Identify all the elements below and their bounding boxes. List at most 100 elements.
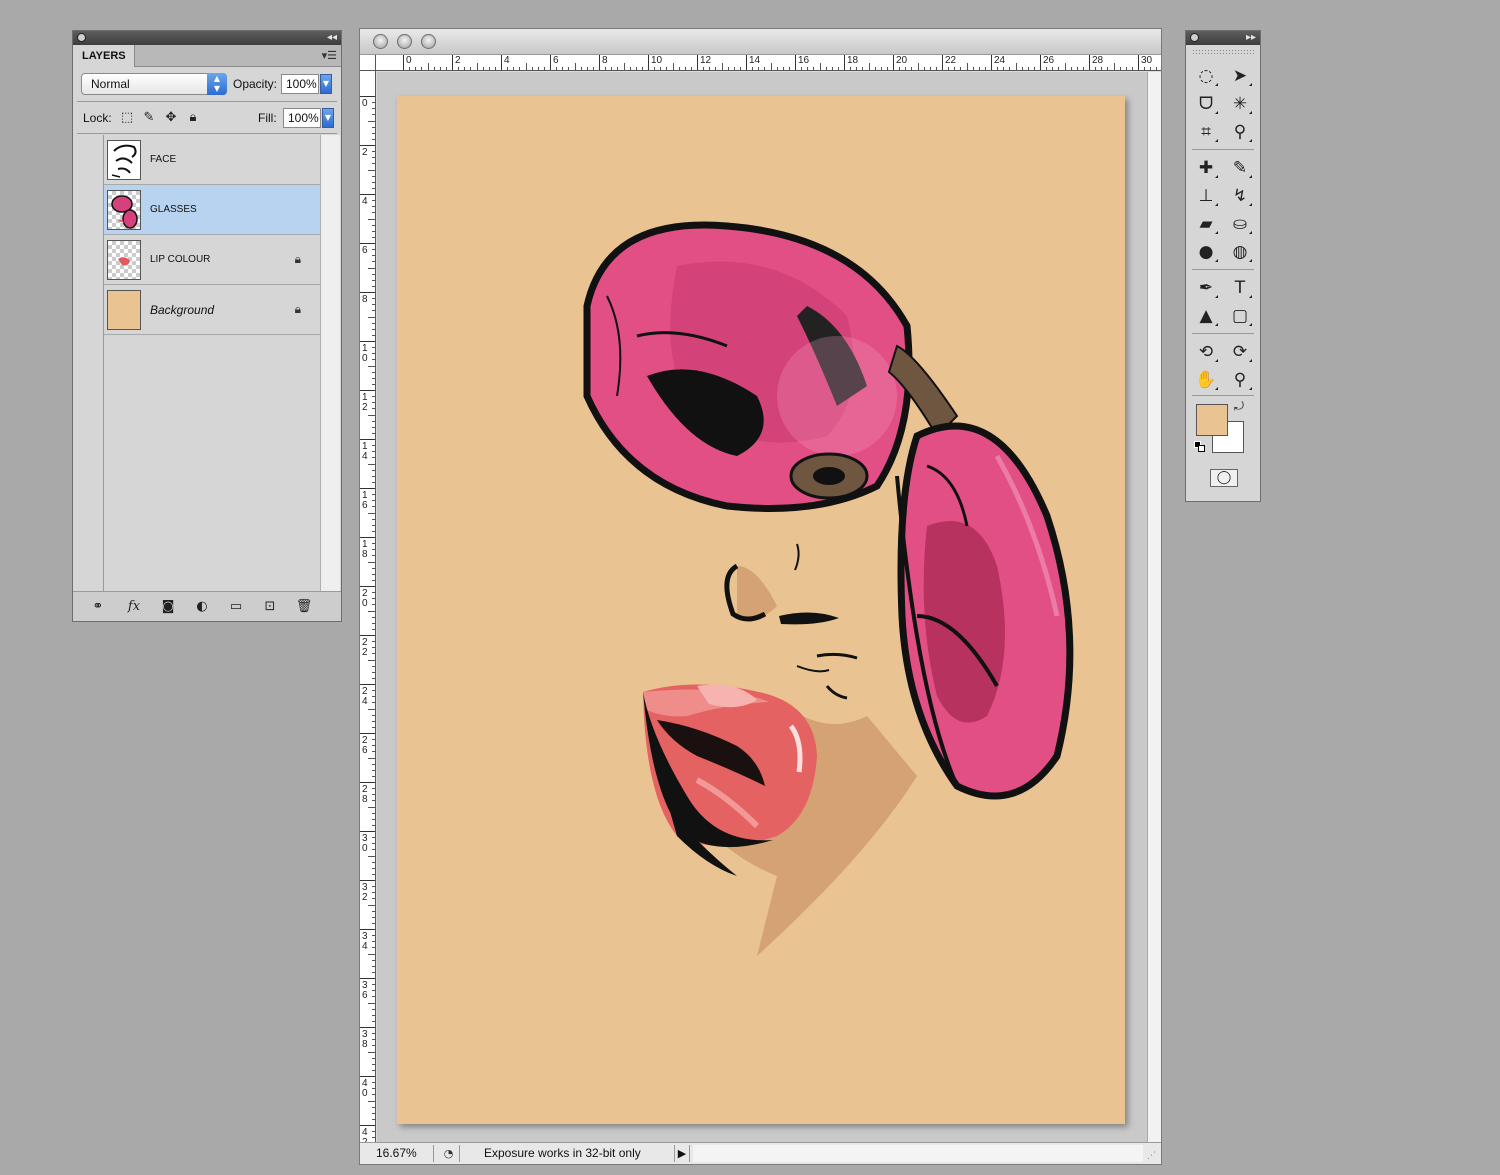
magic-wand-tool[interactable]: ✳ [1226,91,1254,117]
status-info-icon[interactable]: ◔ [438,1145,460,1162]
link-icon[interactable]: ⚭ [87,598,109,616]
horizontal-ruler[interactable]: 0 2 4 6 8 10 12 14 16 18 20 22 24 26 28 30 [376,55,1161,71]
opacity-dropdown-icon[interactable]: ▼ [320,74,332,94]
hand-tool[interactable]: ✋ [1192,367,1220,393]
lasso-tool[interactable]: ᗜ [1192,91,1220,117]
illustration [583,221,1074,956]
expand-icon[interactable]: ▸▸ [1246,31,1256,45]
layer-row-lip-colour[interactable]: LIP COLOUR 🔒︎ [104,235,321,285]
layer-row-face[interactable]: FACE [104,135,321,185]
tools-panel-titlebar[interactable]: ▸▸ [1186,31,1260,45]
ruler-minor-tick [556,67,558,70]
ruler-tick [452,55,453,70]
fx-icon[interactable]: fx [123,598,145,616]
ruler-minor-tick [372,690,375,692]
layer-row-background[interactable]: Background 🔒︎ [104,285,321,335]
ruler-minor-tick [372,524,375,526]
pen-tool[interactable]: ✒ [1192,275,1220,301]
marquee-tool[interactable]: ◌ [1192,63,1220,89]
ruler-minor-tick [1052,67,1054,70]
3d-rotate-tool[interactable]: ⟲ [1192,339,1220,365]
resize-grip-icon[interactable]: ⋰ [1147,1150,1159,1162]
ruler-origin[interactable] [360,55,376,71]
ruler-minor-tick [372,922,375,924]
layers-panel-titlebar[interactable]: ◂◂ [73,31,341,45]
status-menu-arrow-icon[interactable]: ▶ [674,1145,690,1162]
layer-row-glasses[interactable]: GLASSES [104,185,321,235]
panel-menu-icon[interactable]: ▾☰ [322,49,337,62]
ruler-minor-tick [476,63,478,70]
default-colors-icon[interactable] [1194,441,1206,453]
adjustment-icon[interactable]: ◐ [191,598,213,616]
document-titlebar[interactable] [360,29,1161,55]
paint-bucket-tool[interactable]: ⛀ [1226,211,1254,237]
minimize-window-button[interactable] [397,34,412,49]
move-tool[interactable]: ➤ [1226,63,1254,89]
3d-orbit-tool[interactable]: ⟳ [1226,339,1254,365]
ruler-minor-tick [372,843,375,845]
ruler-minor-tick [586,67,588,70]
eraser-tool[interactable]: ▰ [1192,211,1220,237]
vertical-scrollbar[interactable] [1147,72,1161,1142]
ruler-minor-tick [372,1082,375,1084]
lock-transparency-icon[interactable]: ⬚ [119,110,135,126]
opacity-field[interactable]: 100% [281,74,319,94]
ruler-label: 10 [651,55,663,66]
blur-tool[interactable]: ● [1192,239,1220,265]
ruler-label: 24 [994,55,1006,66]
zoom-window-button[interactable] [421,34,436,49]
ruler-label: 24 [362,686,368,707]
artboard[interactable] [397,96,1125,1124]
sponge-tool[interactable]: ◍ [1226,239,1254,265]
path-selection-tool[interactable]: ▲ [1192,303,1220,329]
canvas-area[interactable] [377,72,1147,1142]
ruler-minor-tick [372,408,375,410]
quick-mask-button[interactable]: ◯ [1210,469,1238,487]
type-tool[interactable]: T [1226,275,1254,301]
horizontal-scrollbar[interactable] [693,1145,1143,1162]
ruler-minor-tick [368,610,375,612]
layers-scrollbar[interactable] [320,135,340,595]
close-window-button[interactable] [373,34,388,49]
foreground-color-swatch[interactable] [1196,404,1228,436]
crop-tool[interactable]: ⌗ [1192,119,1220,145]
ruler-minor-tick [372,457,375,459]
swap-colors-icon[interactable]: ⤾ [1234,399,1244,414]
zoom-tool[interactable]: ⚲ [1226,367,1254,393]
ruler-minor-tick [372,1088,375,1090]
zoom-level-field[interactable]: 16.67% [366,1145,434,1162]
history-brush-tool[interactable]: ↯ [1226,183,1254,209]
shape-tool[interactable]: ▢ [1226,303,1254,329]
ruler-tick [360,929,375,930]
panel-close-button[interactable] [77,33,86,42]
eyedropper-tool[interactable]: ⚲ [1226,119,1254,145]
trash-icon[interactable]: 🗑︎ [293,598,315,616]
mask-icon[interactable]: ◙ [157,598,179,616]
lock-all-icon[interactable]: 🔒︎ [185,110,201,126]
panel-close-button[interactable] [1190,33,1199,42]
ruler-minor-tick [372,628,375,630]
fill-dropdown-icon[interactable]: ▼ [322,108,334,128]
brush-tool[interactable]: ✎ [1226,155,1254,181]
ruler-minor-tick [727,67,729,70]
ruler-minor-tick [684,67,686,70]
clone-stamp-tool[interactable]: ⊥ [1192,183,1220,209]
ruler-minor-tick [372,279,375,281]
new-layer-icon[interactable]: ⊡ [259,598,281,616]
ruler-label: 18 [362,539,368,560]
healing-brush-tool[interactable]: ✚ [1192,155,1220,181]
tab-layers[interactable]: LAYERS [73,45,135,67]
fill-field[interactable]: 100% [283,108,321,128]
vertical-ruler[interactable]: 024681012141618202224262830323436384042 [360,71,376,1151]
collapse-icon[interactable]: ◂◂ [327,31,337,45]
ruler-minor-tick [1095,67,1097,70]
ruler-tick [360,831,375,832]
folder-icon[interactable]: ▭ [225,598,247,616]
ruler-minor-tick [831,67,833,70]
lock-pixels-icon[interactable]: ✎ [141,110,157,126]
ruler-minor-tick [372,775,375,777]
blend-mode-select[interactable]: Normal ▲ ▼ [81,73,227,95]
panel-grip[interactable] [1192,49,1254,55]
lock-position-icon[interactable]: ✥ [163,110,179,126]
ruler-minor-tick [978,67,980,70]
